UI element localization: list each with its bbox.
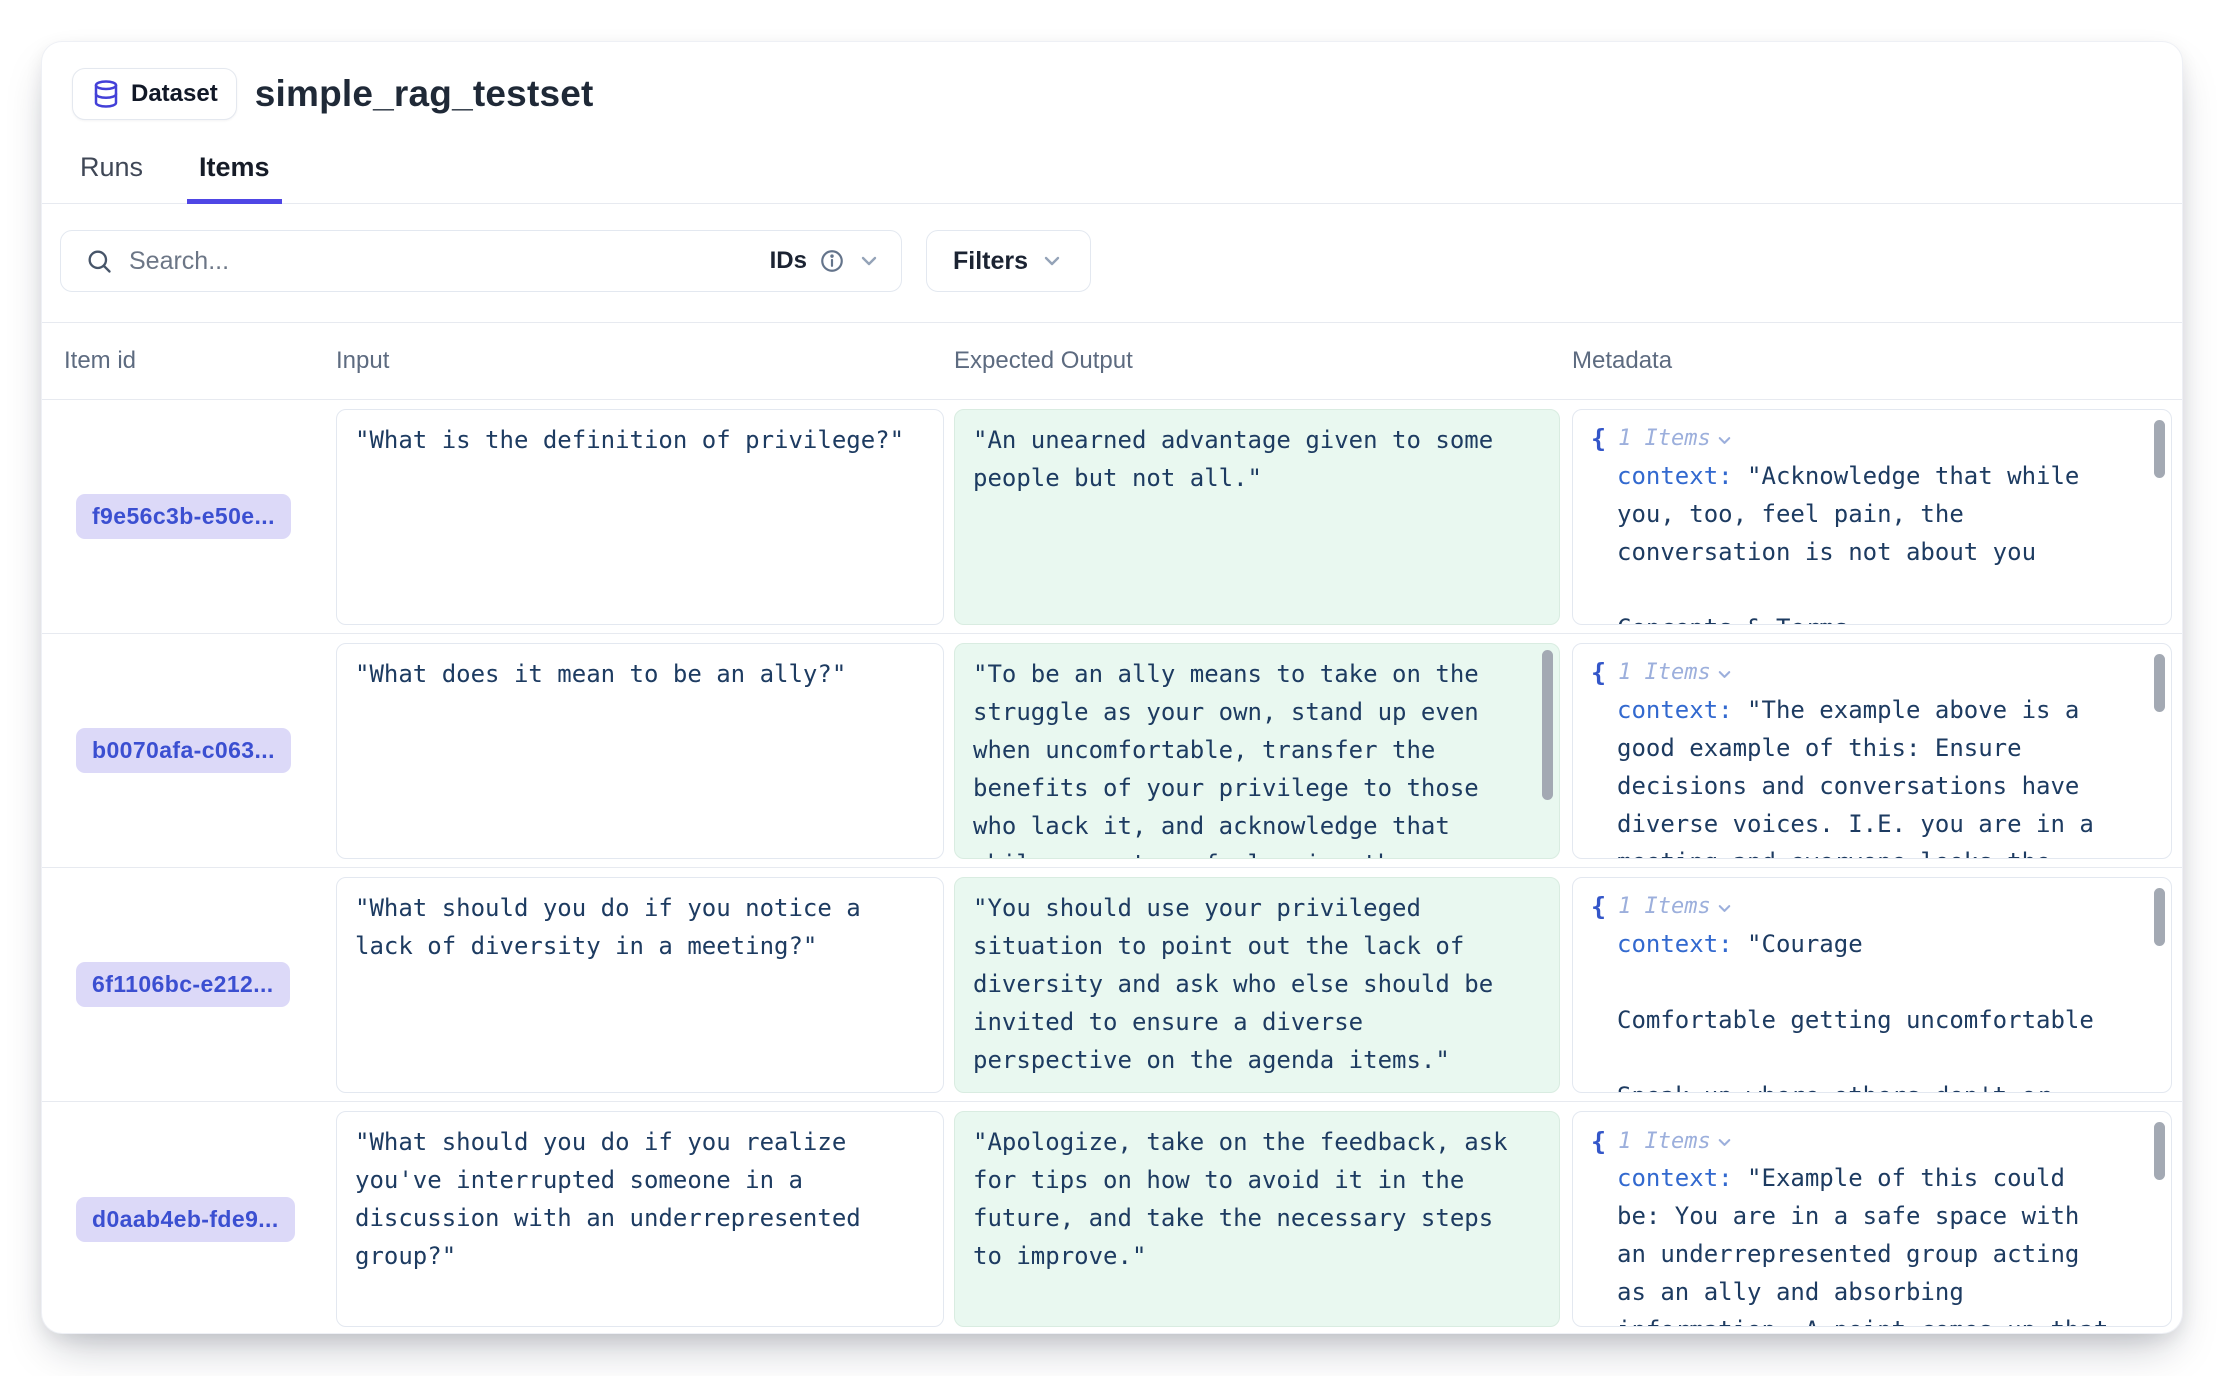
scrollbar[interactable] xyxy=(1539,648,1555,854)
table-row: d0aab4eb-fde9... "What should you do if … xyxy=(42,1102,2182,1333)
metadata-header: { 1 Items xyxy=(1591,1123,2153,1159)
database-icon xyxy=(91,79,121,109)
scrollbar[interactable] xyxy=(2151,1116,2167,1322)
json-key: context: xyxy=(1617,930,1733,958)
scrollbar[interactable] xyxy=(2151,648,2167,854)
input-cell: "What should you do if you notice a lack… xyxy=(336,877,944,1093)
metadata-json: context: "Example of this could be: You … xyxy=(1591,1159,2153,1327)
dataset-badge-label: Dataset xyxy=(131,80,218,108)
tab-bar: Runs Items xyxy=(42,146,2182,204)
json-key: context: xyxy=(1617,462,1733,490)
metadata-header: { 1 Items xyxy=(1591,889,2153,925)
metadata-cell: { 1 Items context: "Acknowledge that whi… xyxy=(1572,409,2172,625)
metadata-cell: { 1 Items context: "The example above is… xyxy=(1572,643,2172,859)
input-cell: "What does it mean to be an ally?" xyxy=(336,643,944,859)
chevron-down-icon[interactable] xyxy=(1715,431,1734,450)
json-brace: { xyxy=(1591,892,1606,921)
metadata-json: context: "Acknowledge that while you, to… xyxy=(1591,457,2153,625)
search-scope-label: IDs xyxy=(770,247,807,275)
input-cell: "What is the definition of privilege?" xyxy=(336,409,944,625)
table-header: Item id Input Expected Output Metadata xyxy=(42,322,2182,400)
column-header-expected-output: Expected Output xyxy=(954,347,1572,375)
json-key: context: xyxy=(1617,696,1733,724)
chevron-down-icon[interactable] xyxy=(857,249,881,273)
metadata-header: { 1 Items xyxy=(1591,655,2153,691)
item-id-badge[interactable]: d0aab4eb-fde9... xyxy=(76,1197,295,1242)
item-id-badge[interactable]: b0070afa-c063... xyxy=(76,728,291,773)
cell-text: "Apologize, take on the feedback, ask fo… xyxy=(973,1123,1541,1275)
cell-text: "What is the definition of privilege?" xyxy=(355,421,925,459)
column-header-item-id: Item id xyxy=(64,347,336,375)
json-brace: { xyxy=(1591,1127,1606,1156)
scrollbar-thumb[interactable] xyxy=(2154,654,2165,712)
search-input[interactable] xyxy=(129,247,770,276)
chevron-down-icon[interactable] xyxy=(1715,899,1734,918)
cell-text: "To be an ally means to take on the stru… xyxy=(973,655,1541,859)
item-id-badge[interactable]: f9e56c3b-e50e... xyxy=(76,494,291,539)
json-brace: { xyxy=(1591,658,1606,687)
scrollbar[interactable] xyxy=(2151,414,2167,620)
items-count: 1 Items xyxy=(1618,660,1711,685)
cell-text: "What does it mean to be an ally?" xyxy=(355,655,925,693)
column-header-metadata: Metadata xyxy=(1572,347,2172,375)
filters-button-label: Filters xyxy=(953,247,1028,276)
input-cell: "What should you do if you realize you'v… xyxy=(336,1111,944,1327)
page-header: Dataset simple_rag_testset xyxy=(42,42,2182,120)
metadata-json: context: "Courage Comfortable getting un… xyxy=(1591,925,2153,1093)
items-count: 1 Items xyxy=(1618,1129,1711,1154)
filters-button[interactable]: Filters xyxy=(926,230,1091,292)
scrollbar-thumb[interactable] xyxy=(2154,1122,2165,1180)
cell-text: "What should you do if you notice a lack… xyxy=(355,889,925,965)
column-header-input: Input xyxy=(336,347,954,375)
search-icon xyxy=(85,247,113,275)
scrollbar-thumb[interactable] xyxy=(2154,420,2165,478)
json-key: context: xyxy=(1617,1164,1733,1192)
search-scope-selector[interactable]: IDs xyxy=(770,247,881,275)
cell-text: "You should use your privileged situatio… xyxy=(973,889,1541,1079)
expected-output-cell: "An unearned advantage given to some peo… xyxy=(954,409,1560,625)
dataset-badge: Dataset xyxy=(72,68,237,120)
info-icon[interactable] xyxy=(819,248,845,274)
items-count: 1 Items xyxy=(1618,894,1711,919)
json-brace: { xyxy=(1591,424,1606,453)
chevron-down-icon[interactable] xyxy=(1715,1133,1734,1152)
metadata-header: { 1 Items xyxy=(1591,421,2153,457)
metadata-cell: { 1 Items context: "Example of this coul… xyxy=(1572,1111,2172,1327)
items-count: 1 Items xyxy=(1618,426,1711,451)
table-row: f9e56c3b-e50e... "What is the definition… xyxy=(42,400,2182,634)
scrollbar[interactable] xyxy=(2151,882,2167,1088)
search-box: IDs xyxy=(60,230,902,292)
metadata-json: context: "The example above is a good ex… xyxy=(1591,691,2153,859)
dataset-card: Dataset simple_rag_testset Runs Items ID… xyxy=(42,42,2182,1333)
chevron-down-icon xyxy=(1040,249,1064,273)
metadata-cell: { 1 Items context: "Courage Comfortable … xyxy=(1572,877,2172,1093)
cell-text: "What should you do if you realize you'v… xyxy=(355,1123,925,1275)
tab-runs[interactable]: Runs xyxy=(68,146,155,204)
scrollbar-thumb[interactable] xyxy=(1542,650,1553,800)
expected-output-cell: "To be an ally means to take on the stru… xyxy=(954,643,1560,859)
cell-text: "An unearned advantage given to some peo… xyxy=(973,421,1541,497)
expected-output-cell: "Apologize, take on the feedback, ask fo… xyxy=(954,1111,1560,1327)
item-id-badge[interactable]: 6f1106bc-e212... xyxy=(76,962,290,1007)
table-row: 6f1106bc-e212... "What should you do if … xyxy=(42,868,2182,1102)
scrollbar-thumb[interactable] xyxy=(2154,888,2165,946)
tab-items[interactable]: Items xyxy=(187,146,282,204)
toolbar: IDs Filters xyxy=(42,204,2182,322)
expected-output-cell: "You should use your privileged situatio… xyxy=(954,877,1560,1093)
page-title: simple_rag_testset xyxy=(255,73,594,115)
chevron-down-icon[interactable] xyxy=(1715,665,1734,684)
table-row: b0070afa-c063... "What does it mean to b… xyxy=(42,634,2182,868)
